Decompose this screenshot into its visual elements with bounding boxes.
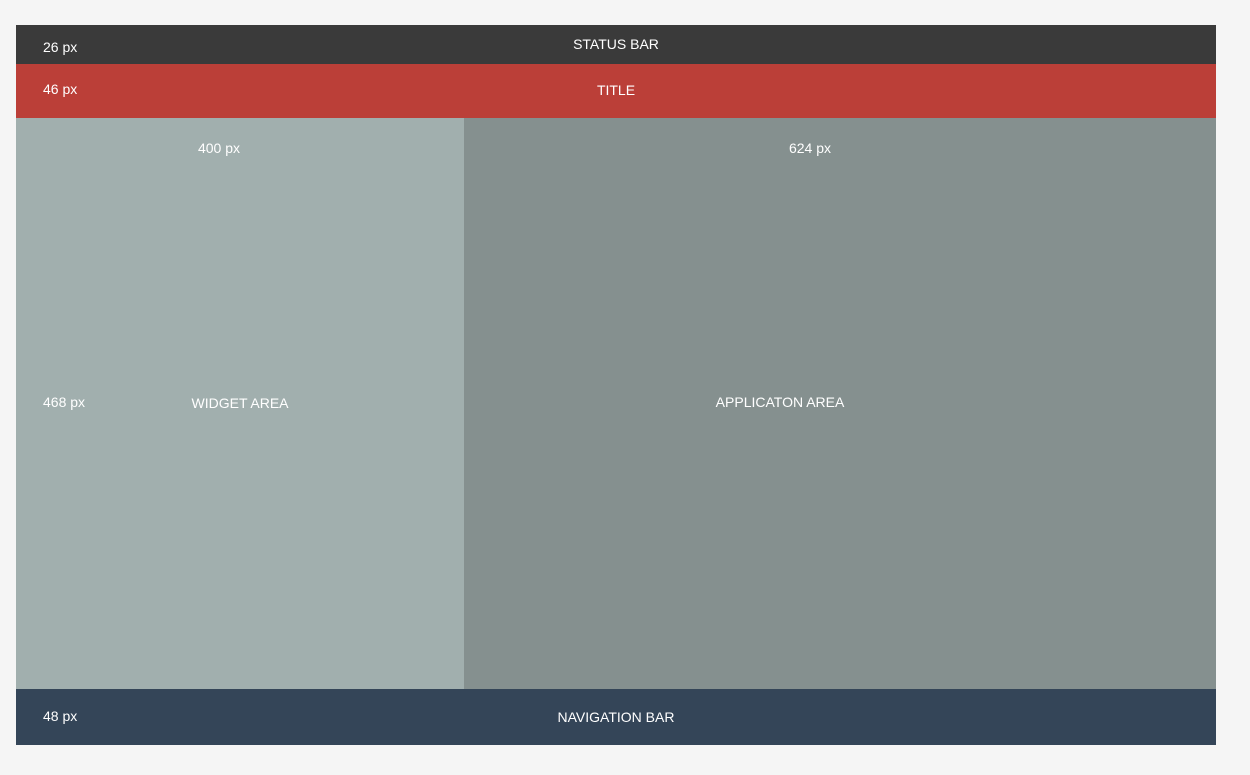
status-bar-region: 26 px STATUS BAR <box>16 25 1216 64</box>
title-bar-height-label: 46 px <box>43 81 78 97</box>
navigation-bar-height-label: 48 px <box>43 708 78 724</box>
application-area-width-label: 624 px <box>788 140 832 156</box>
widget-area-label: WIDGET AREA <box>191 395 289 411</box>
status-bar-height-label: 26 px <box>43 39 78 55</box>
application-area-region: 624 px APPLICATON AREA <box>464 118 1216 689</box>
navigation-bar-label: NAVIGATION BAR <box>557 709 675 725</box>
status-bar-label: STATUS BAR <box>573 36 659 52</box>
widget-area-height-label: 468 px <box>43 394 86 410</box>
navigation-bar-region: 48 px NAVIGATION BAR <box>16 689 1216 745</box>
application-area-label: APPLICATON AREA <box>715 394 845 410</box>
widget-area-width-label: 400 px <box>197 140 241 156</box>
widget-area-region: 400 px 468 px WIDGET AREA <box>16 118 464 689</box>
title-bar-label: TITLE <box>596 82 636 98</box>
layout-diagram: 26 px STATUS BAR 46 px TITLE 400 px 468 … <box>16 25 1216 745</box>
title-bar-region: 46 px TITLE <box>16 64 1216 118</box>
